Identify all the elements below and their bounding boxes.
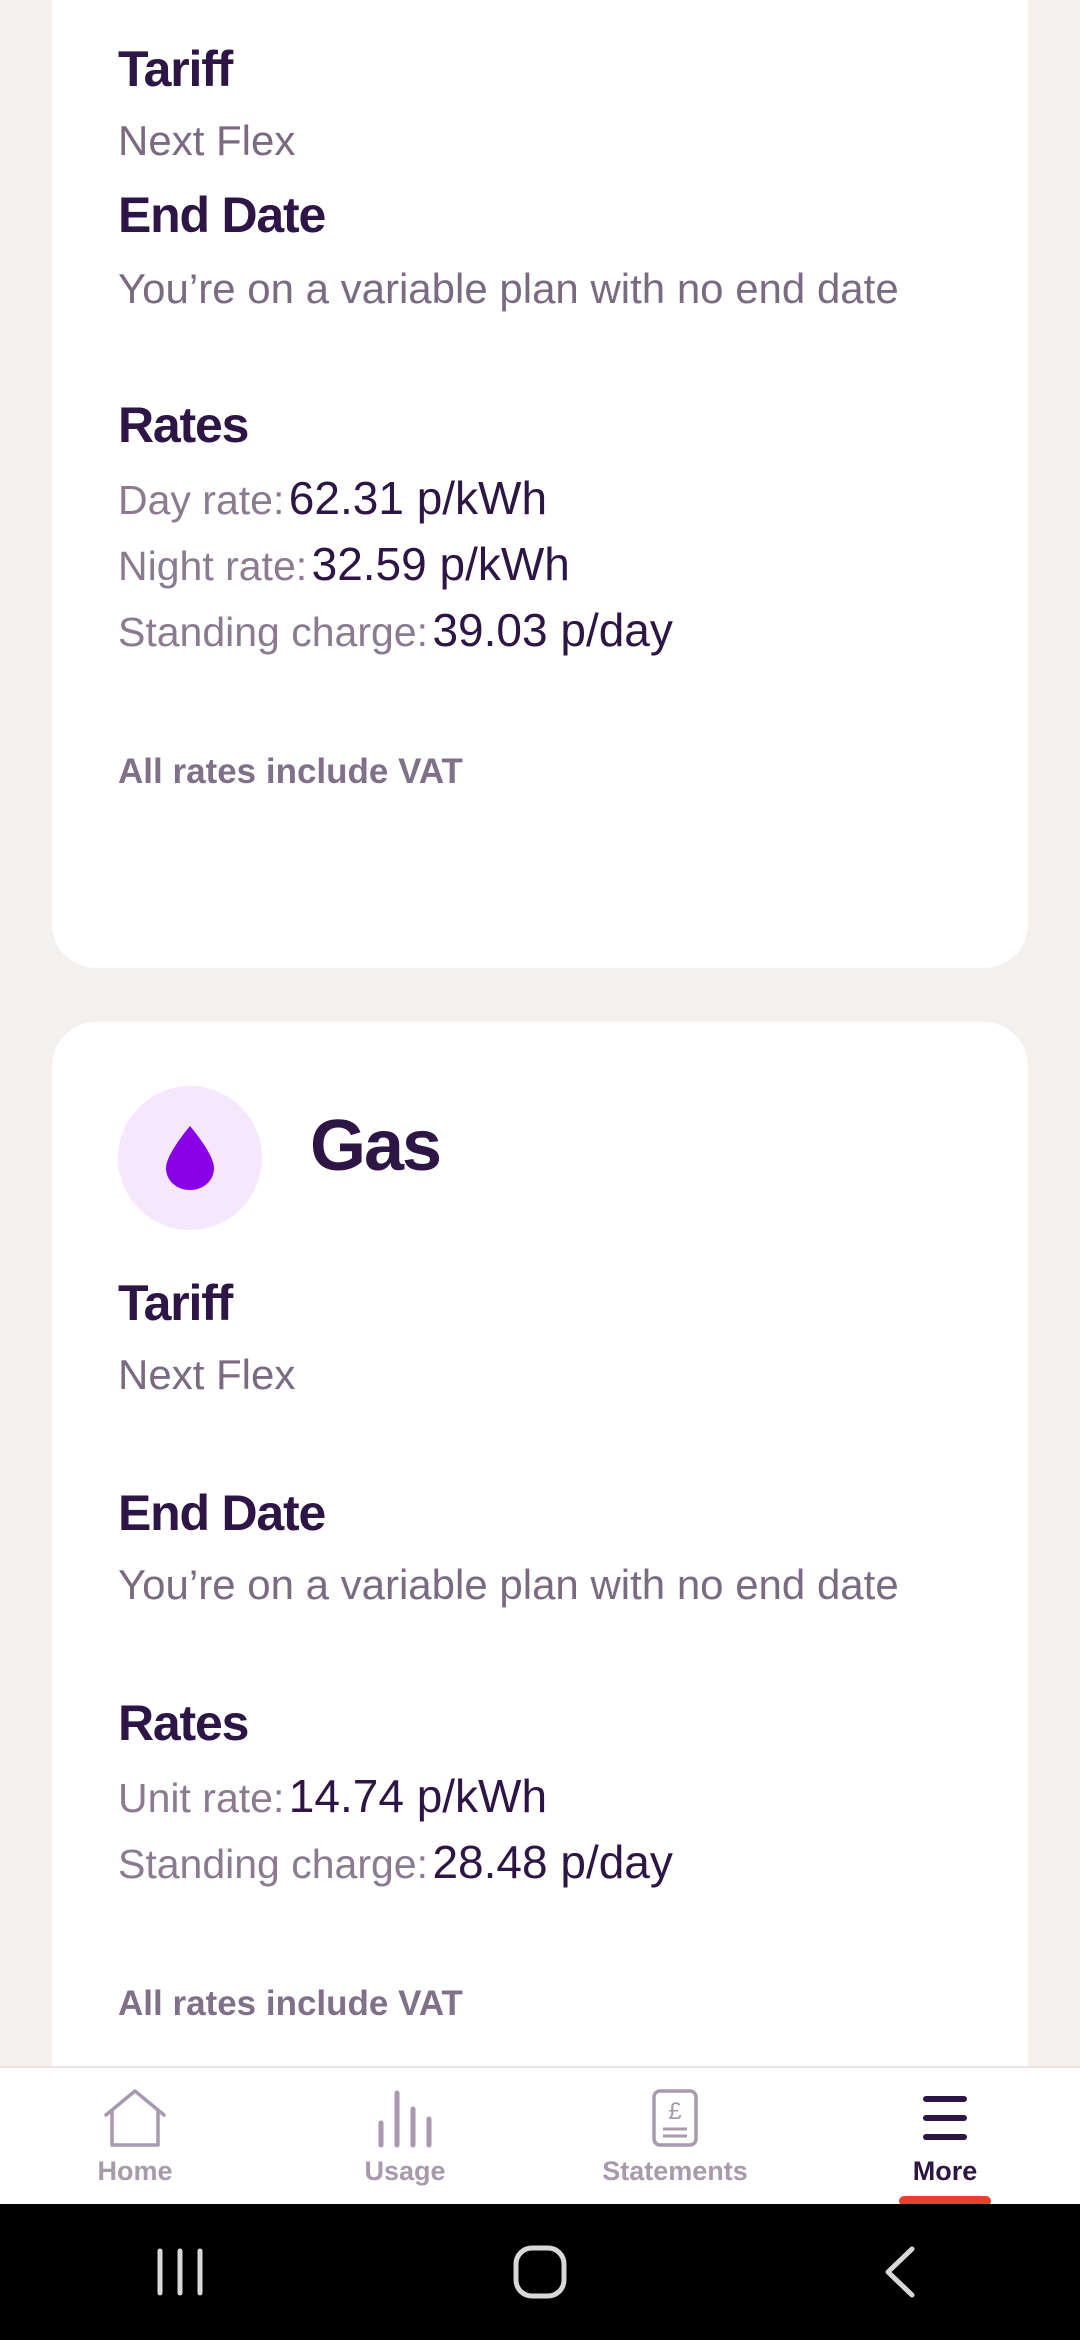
gas-vat-note: All rates include VAT [118, 1984, 463, 2023]
gas-rates-label: Rates [118, 1695, 249, 1751]
gas-tariff-value: Next Flex [118, 1351, 296, 1398]
gas-end-date-label: End Date [118, 1485, 326, 1541]
nav-label-more: More [912, 2156, 978, 2186]
electricity-tariff-label: Tariff [118, 41, 233, 97]
nav-item-home[interactable]: Home [0, 2068, 270, 2206]
gas-standing-charge: Standing charge: 28.48 p/day [118, 1836, 673, 1889]
bar-chart-icon [378, 2090, 432, 2148]
nav-item-statements[interactable]: £ Statements [540, 2068, 810, 2206]
recent-apps-button[interactable] [120, 2232, 240, 2312]
gas-title: Gas [310, 1106, 442, 1186]
back-chevron-icon [885, 2246, 915, 2298]
gas-tariff-label: Tariff [118, 1275, 233, 1331]
menu-icon [923, 2096, 967, 2140]
rate-label: Standing charge: [118, 1841, 429, 1887]
electricity-tariff-card: Tariff Next Flex End Date You’re on a va… [52, 0, 1028, 968]
svg-text:£: £ [668, 2098, 681, 2125]
electricity-end-date-label: End Date [118, 187, 326, 243]
rate-value: 39.03 p/day [432, 604, 673, 656]
rate-value: 14.74 p/kWh [288, 1770, 548, 1822]
rate-label: Day rate: [118, 477, 285, 523]
rate-value: 28.48 p/day [432, 1836, 673, 1888]
electricity-end-date-value: You’re on a variable plan with no end da… [118, 265, 899, 312]
electricity-vat-note: All rates include VAT [118, 752, 463, 791]
rate-label: Unit rate: [118, 1775, 285, 1821]
nav-item-more[interactable]: More [810, 2068, 1080, 2206]
rate-value: 62.31 p/kWh [288, 472, 548, 524]
electricity-night-rate: Night rate: 32.59 p/kWh [118, 538, 570, 591]
nav-item-usage[interactable]: Usage [270, 2068, 540, 2206]
back-system-button[interactable] [840, 2232, 960, 2312]
home-circle-icon [513, 2245, 567, 2299]
electricity-day-rate: Day rate: 62.31 p/kWh [118, 472, 547, 525]
receipt-icon: £ [652, 2089, 698, 2147]
flame-drop-icon [166, 1126, 214, 1190]
electricity-standing-charge: Standing charge: 39.03 p/day [118, 604, 673, 657]
rate-value: 32.59 p/kWh [311, 538, 570, 590]
system-nav-bar [0, 2204, 1080, 2340]
gas-unit-rate: Unit rate: 14.74 p/kWh [118, 1770, 547, 1823]
rate-label: Standing charge: [118, 609, 429, 655]
gas-icon-badge [118, 1086, 262, 1230]
gas-end-date-value: You’re on a variable plan with no end da… [118, 1561, 899, 1608]
nav-label-home: Home [97, 2156, 173, 2186]
nav-label-statements: Statements [602, 2156, 748, 2186]
rate-label: Night rate: [118, 543, 308, 589]
home-icon [104, 2089, 166, 2147]
recent-apps-icon [157, 2248, 203, 2296]
gas-tariff-card: Gas Tariff Next Flex End Date You’re on … [52, 1022, 1028, 2122]
home-system-button[interactable] [480, 2232, 600, 2312]
screen: Tariff Next Flex End Date You’re on a va… [0, 0, 1080, 2340]
nav-label-usage: Usage [364, 2156, 446, 2186]
bottom-nav: Home Usage £ Statements More [0, 2066, 1080, 2206]
electricity-rates-label: Rates [118, 397, 249, 453]
electricity-tariff-value: Next Flex [118, 117, 296, 164]
